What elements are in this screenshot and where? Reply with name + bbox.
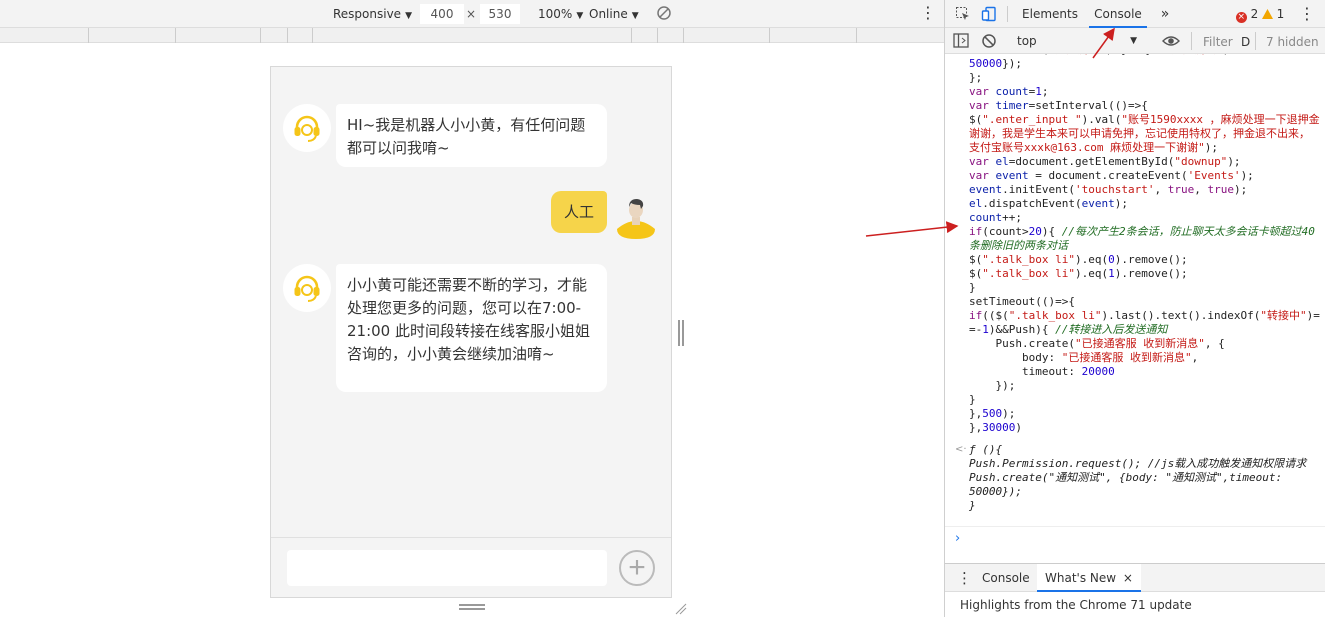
headset-icon xyxy=(294,275,320,302)
ruler-tick xyxy=(856,28,857,43)
devtools-tabbar: Elements Console » × 2 1 ⋮ xyxy=(945,0,1325,28)
ruler-tick xyxy=(657,28,658,43)
result-marker: <· xyxy=(955,444,967,455)
devtools-panel: Elements Console » × 2 1 ⋮ top ▼ Filter … xyxy=(944,0,1325,617)
resize-handle-right[interactable] xyxy=(677,320,685,346)
ruler-tick xyxy=(769,28,770,43)
zoom-label: 100% xyxy=(538,7,573,21)
user-message-bubble: 人工 xyxy=(551,191,607,233)
context-label: top xyxy=(1017,34,1037,48)
device-select-label: Responsive xyxy=(333,7,402,21)
console-prompt[interactable]: › xyxy=(955,532,960,546)
tab-elements[interactable]: Elements xyxy=(1019,0,1081,28)
console-toolbar: top ▼ Filter D 7 hidden xyxy=(945,28,1325,54)
rotate-icon[interactable] xyxy=(656,5,672,25)
tab-console[interactable]: Console xyxy=(1089,0,1147,28)
drawer-tab-console[interactable]: Console xyxy=(982,564,1030,592)
ruler-tick xyxy=(312,28,313,43)
chevron-down-icon: ▼ xyxy=(405,11,412,21)
message-input[interactable] xyxy=(287,550,607,586)
inspect-element-icon[interactable] xyxy=(953,0,973,28)
height-input[interactable]: 530 xyxy=(480,4,520,24)
throttle-label: Online xyxy=(589,7,628,21)
filter-input[interactable]: Filter xyxy=(1203,32,1233,50)
chat-page: HI~我是机器人小小黄，有任何问题都可以问我唷~ 人工 小小黄可能还需要不断的学… xyxy=(270,66,672,598)
resize-handle-corner[interactable] xyxy=(675,600,687,615)
chevron-down-icon: ▼ xyxy=(1130,36,1137,46)
ruler-tick xyxy=(287,28,288,43)
drawer-tab-whats-new[interactable]: What's New × xyxy=(1037,564,1141,592)
chevron-down-icon: ▼ xyxy=(576,11,584,21)
sidebar-toggle-icon[interactable] xyxy=(953,33,969,51)
bot-message-bubble: 小小黄可能还需要不断的学习，才能处理您更多的问题，您可以在7:00-21:00 … xyxy=(336,264,607,392)
device-toolbar-toggle-icon[interactable] xyxy=(979,0,999,28)
console-code-entry: Push.create("通知测试", {body: "通知测试",timeou… xyxy=(969,54,1320,434)
drawer-tab-label: What's New xyxy=(1045,571,1117,585)
device-select[interactable]: Responsive ▼ xyxy=(333,6,412,24)
chat-input-bar: + xyxy=(271,537,671,597)
error-icon: × xyxy=(1235,12,1247,23)
clear-console-icon[interactable] xyxy=(981,33,997,52)
media-query-ruler[interactable] xyxy=(0,28,944,43)
console-output[interactable]: Push.create("通知测试", {body: "通知测试",timeou… xyxy=(945,54,1325,563)
warning-count: 1 xyxy=(1276,7,1285,21)
device-viewport: Responsive▼ 400 × 530 100%▼ Online▼ ⋮ xyxy=(0,0,944,617)
user-avatar xyxy=(616,195,656,241)
headset-icon xyxy=(294,115,320,142)
whats-new-message: Highlights from the Chrome 71 update xyxy=(960,598,1192,612)
ruler-tick xyxy=(88,28,89,43)
console-result-entry[interactable]: ƒ (){ Push.Permission.request(); //js载入成… xyxy=(969,443,1321,513)
throttle-select[interactable]: Online ▼ xyxy=(589,6,639,24)
ruler-tick xyxy=(260,28,261,43)
more-options-icon[interactable]: ⋮ xyxy=(920,4,936,22)
zoom-select[interactable]: 100% ▼ xyxy=(538,6,583,24)
warning-counter[interactable]: 1 xyxy=(1261,0,1285,28)
drawer-menu-icon[interactable]: ⋮ xyxy=(957,564,972,592)
error-counter[interactable]: × 2 xyxy=(1233,0,1261,28)
device-toolbar: Responsive ▼ 400 × 530 100% ▼ Online ▼ ⋮ xyxy=(0,0,944,28)
error-count: 2 xyxy=(1250,7,1259,21)
bot-message-bubble: HI~我是机器人小小黄，有任何问题都可以问我唷~ xyxy=(336,104,607,167)
add-button[interactable]: + xyxy=(619,550,655,586)
live-expression-icon[interactable] xyxy=(1162,34,1180,51)
drawer-tabbar: ⋮ Console What's New × xyxy=(945,563,1325,592)
ruler-tick xyxy=(631,28,632,43)
hidden-count: 7 hidden xyxy=(1266,35,1319,49)
bot-avatar xyxy=(283,104,331,152)
times-sign: × xyxy=(466,7,477,21)
log-level-select[interactable]: D xyxy=(1241,32,1250,50)
context-select[interactable]: top ▼ xyxy=(1009,32,1139,50)
bot-avatar xyxy=(283,264,331,312)
chevron-down-icon: ▼ xyxy=(631,11,639,21)
person-icon xyxy=(617,199,655,239)
more-tabs-icon[interactable]: » xyxy=(1157,0,1173,28)
warning-icon xyxy=(1261,9,1273,19)
ruler-tick xyxy=(683,28,684,43)
plus-icon: + xyxy=(628,551,646,584)
close-icon[interactable]: × xyxy=(1123,571,1133,585)
ruler-tick xyxy=(175,28,176,43)
resize-handle-bottom[interactable] xyxy=(459,603,485,611)
width-input[interactable]: 400 xyxy=(420,4,464,24)
devtools-menu-icon[interactable]: ⋮ xyxy=(1299,0,1315,28)
